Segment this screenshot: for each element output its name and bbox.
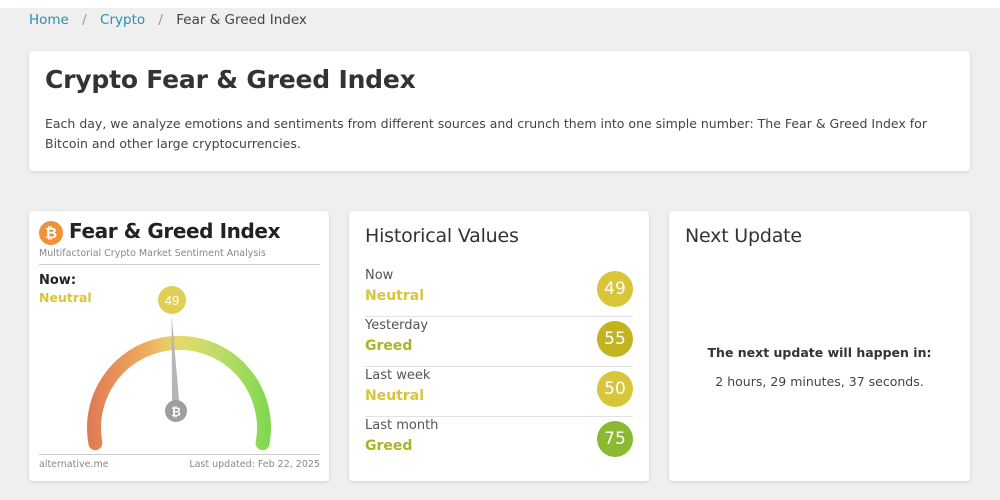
bitcoin-icon: ₿ xyxy=(39,221,63,245)
history-label: Last month xyxy=(365,418,439,433)
history-value-circle: 75 xyxy=(597,421,633,457)
historical-title: Historical Values xyxy=(365,225,519,247)
fear-greed-widget[interactable]: ₿ Fear & Greed Index Multifactorial Cryp… xyxy=(29,211,329,481)
history-state: Greed xyxy=(365,338,413,354)
gauge-needle xyxy=(171,315,180,412)
breadcrumb-crypto-link[interactable]: Crypto xyxy=(100,12,145,28)
source-link[interactable]: alternative.me xyxy=(39,459,109,470)
last-updated: Last updated: Feb 22, 2025 xyxy=(189,459,320,470)
divider xyxy=(39,264,320,265)
history-value-circle: 50 xyxy=(597,371,633,407)
history-row-last-week: Last week Neutral 50 xyxy=(365,366,633,417)
intro-description: Each day, we analyze emotions and sentim… xyxy=(45,116,927,151)
sentiment-gauge: 49 ₿ xyxy=(87,286,271,451)
gauge-value-label: 49 xyxy=(165,293,179,308)
history-label: Now xyxy=(365,268,394,283)
gauge-arc xyxy=(87,335,271,451)
history-value-circle: 49 xyxy=(597,271,633,307)
intro-card: Crypto Fear & Greed Index Each day, we a… xyxy=(29,51,970,171)
history-row-yesterday: Yesterday Greed 55 xyxy=(365,316,633,367)
breadcrumb-current: Fear & Greed Index xyxy=(176,12,307,28)
breadcrumb-separator: / xyxy=(158,12,163,28)
history-row-now: Now Neutral 49 xyxy=(365,266,633,317)
history-state: Neutral xyxy=(365,388,425,404)
history-label: Last week xyxy=(365,368,431,383)
history-label: Yesterday xyxy=(365,318,429,333)
countdown: 2 hours, 29 minutes, 37 seconds. xyxy=(715,374,924,389)
next-update-title: Next Update xyxy=(685,225,802,247)
widget-subtitle: Multifactorial Crypto Market Sentiment A… xyxy=(39,248,266,259)
breadcrumb-separator: / xyxy=(82,12,87,28)
history-row-last-month: Last month Greed 75 xyxy=(365,416,633,466)
divider xyxy=(39,454,320,455)
history-value-circle: 55 xyxy=(597,321,633,357)
page-title: Crypto Fear & Greed Index xyxy=(45,65,416,94)
breadcrumb: Home / Crypto / Fear & Greed Index xyxy=(29,12,307,28)
historical-values-card: Historical Values Now Neutral 49 Yesterd… xyxy=(349,211,649,481)
needle-hub-icon: ₿ xyxy=(171,405,181,419)
history-state: Greed xyxy=(365,438,413,454)
next-update-card: Next Update The next update will happen … xyxy=(669,211,970,481)
top-band xyxy=(0,0,1000,8)
breadcrumb-home-link[interactable]: Home xyxy=(29,12,69,28)
widget-title: Fear & Greed Index xyxy=(69,219,281,243)
history-state: Neutral xyxy=(365,288,425,304)
next-update-heading: The next update will happen in: xyxy=(707,345,932,360)
